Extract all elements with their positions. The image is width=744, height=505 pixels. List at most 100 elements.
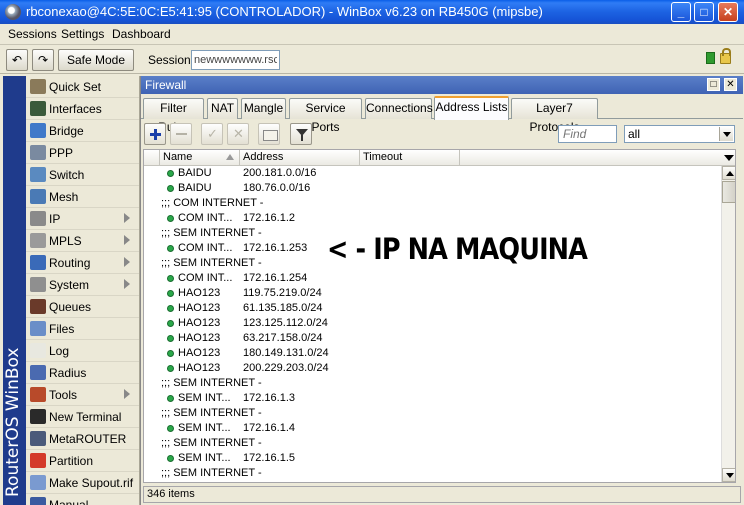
sidebar-item-queues[interactable]: Queues <box>26 296 139 318</box>
sidebar-item-mesh[interactable]: Mesh <box>26 186 139 208</box>
close-window-button[interactable]: ✕ <box>724 78 737 91</box>
sort-ascending-icon <box>226 154 234 160</box>
add-icon[interactable] <box>144 123 166 145</box>
ip-icon <box>30 211 46 226</box>
cell-address: 123.125.112.0/24 <box>243 317 328 329</box>
filter-select-value: all <box>628 127 641 141</box>
table-header: Name Address Timeout <box>144 150 735 166</box>
remove-icon[interactable] <box>170 123 192 145</box>
redo-button[interactable]: ↷ <box>32 49 54 71</box>
column-timeout[interactable]: Timeout <box>360 150 460 166</box>
sidebar-item-label: Quick Set <box>49 80 102 94</box>
restore-window-button[interactable]: □ <box>707 78 720 91</box>
tab-mangle[interactable]: Mangle <box>241 98 286 119</box>
sidebar-item-ip[interactable]: IP <box>26 208 139 230</box>
dynamic-status-icon <box>167 455 174 462</box>
table-row[interactable]: HAO123 63.217.158.0/24 <box>144 331 720 346</box>
enable-icon[interactable] <box>201 123 223 145</box>
scroll-down-button[interactable] <box>722 468 735 482</box>
tab-service-ports[interactable]: Service Ports <box>289 98 362 134</box>
minimize-button[interactable]: _ <box>671 2 691 22</box>
sidebar-item-system[interactable]: System <box>26 274 139 296</box>
comment-row[interactable]: ;;; SEM INTERNET - <box>144 466 720 481</box>
tab-address-lists[interactable]: Address Lists <box>434 96 509 120</box>
menu-sessions[interactable]: Sessions <box>8 27 57 41</box>
cell-name: BAIDU <box>178 182 212 194</box>
sidebar-item-tools[interactable]: Tools <box>26 384 139 406</box>
comment-row[interactable]: ;;; COM INTERNET - <box>144 196 720 211</box>
tab-filter-rules[interactable]: Filter Rules <box>143 98 204 134</box>
menu-dashboard[interactable]: Dashboard <box>112 27 171 41</box>
session-input[interactable] <box>191 50 280 70</box>
sidebar-item-mpls[interactable]: MPLS <box>26 230 139 252</box>
table-row[interactable]: HAO123 61.135.185.0/24 <box>144 301 720 316</box>
sidebar-item-log[interactable]: Log <box>26 340 139 362</box>
column-menu-icon[interactable] <box>722 150 735 166</box>
submenu-arrow-icon <box>124 257 130 267</box>
column-address[interactable]: Address <box>240 150 360 166</box>
dynamic-status-icon <box>167 185 174 192</box>
cell-address: 172.16.1.253 <box>243 242 308 254</box>
filter-icon[interactable] <box>290 123 312 145</box>
comment-row[interactable]: ;;; SEM INTERNET - <box>144 376 720 391</box>
close-button[interactable]: ✕ <box>718 2 738 22</box>
table-row[interactable]: SEM INT... 172.16.1.3 <box>144 391 720 406</box>
table-row[interactable]: HAO123 180.149.131.0/24 <box>144 346 720 361</box>
bridge-icon <box>30 123 46 138</box>
table-row[interactable]: HAO123 119.75.219.0/24 <box>144 286 720 301</box>
table-row[interactable]: BAIDU 180.76.0.0/16 <box>144 181 720 196</box>
filter-select[interactable]: all <box>624 125 735 143</box>
column-name-label: Name <box>163 151 193 163</box>
comment-row[interactable]: ;;; SEM INTERNET - <box>144 406 720 421</box>
sidebar-item-bridge[interactable]: Bridge <box>26 120 139 142</box>
scroll-thumb[interactable] <box>722 181 735 203</box>
sidebar-item-make-supout-rif[interactable]: Make Supout.rif <box>26 472 139 494</box>
brand-stripe: RouterOS WinBox <box>3 76 26 505</box>
chevron-down-icon[interactable] <box>719 127 733 141</box>
sidebar-item-manual[interactable]: Manual <box>26 494 139 505</box>
tab-connections[interactable]: Connections <box>365 98 433 119</box>
comment-text: ;;; SEM INTERNET - <box>161 437 262 449</box>
cell-address: 180.149.131.0/24 <box>243 347 329 359</box>
sidebar-item-label: Partition <box>49 454 94 468</box>
sidebar-item-partition[interactable]: Partition <box>26 450 139 472</box>
table-row[interactable]: SEM INT... 172.16.1.4 <box>144 421 720 436</box>
sidebar-item-files[interactable]: Files <box>26 318 139 340</box>
sidebar-item-metarouter[interactable]: MetaROUTER <box>26 428 139 450</box>
table-row[interactable]: COM INT... 172.16.1.254 <box>144 271 720 286</box>
scroll-up-button[interactable] <box>722 166 735 180</box>
sidebar-item-interfaces[interactable]: Interfaces <box>26 98 139 120</box>
sidebar-item-ppp[interactable]: PPP <box>26 142 139 164</box>
comment-row[interactable]: ;;; SEM INTERNET - <box>144 436 720 451</box>
safe-mode-button[interactable]: Safe Mode <box>58 49 134 71</box>
table-row[interactable]: HAO123 200.229.203.0/24 <box>144 361 720 376</box>
cell-address: 172.16.1.3 <box>243 392 295 404</box>
cell-address: 63.217.158.0/24 <box>243 332 323 344</box>
table-row[interactable]: COM INT... 172.16.1.2 <box>144 211 720 226</box>
sidebar-item-label: Log <box>49 344 70 358</box>
comment-icon[interactable] <box>258 123 280 145</box>
sidebar-item-new-terminal[interactable]: New Terminal <box>26 406 139 428</box>
find-input[interactable] <box>558 125 617 143</box>
cell-address: 61.135.185.0/24 <box>243 302 323 314</box>
dynamic-status-icon <box>167 395 174 402</box>
maximize-button[interactable]: □ <box>694 2 714 22</box>
sidebar-item-switch[interactable]: Switch <box>26 164 139 186</box>
disable-icon[interactable] <box>227 123 249 145</box>
vertical-scrollbar[interactable] <box>721 166 735 482</box>
sidebar-item-label: Tools <box>49 388 78 402</box>
table-row[interactable]: SEM INT... 172.16.1.5 <box>144 451 720 466</box>
undo-button[interactable]: ↶ <box>6 49 28 71</box>
table-row[interactable]: HAO123 123.125.112.0/24 <box>144 316 720 331</box>
tab-layer7-protocols[interactable]: Layer7 Protocols <box>511 98 598 134</box>
sidebar-item-radius[interactable]: Radius <box>26 362 139 384</box>
connection-status-icon <box>706 52 715 64</box>
firewall-window: Firewall □ ✕ Filter Rules NAT Mangle Ser… <box>140 76 744 505</box>
menu-settings[interactable]: Settings <box>61 27 104 41</box>
table-row[interactable]: BAIDU 200.181.0.0/16 <box>144 166 720 181</box>
column-name[interactable]: Name <box>160 150 240 166</box>
sidebar-item-routing[interactable]: Routing <box>26 252 139 274</box>
sidebar-item-quick-set[interactable]: Quick Set <box>26 76 139 98</box>
sidebar-item-label: Make Supout.rif <box>49 476 134 490</box>
tab-nat[interactable]: NAT <box>207 98 238 119</box>
